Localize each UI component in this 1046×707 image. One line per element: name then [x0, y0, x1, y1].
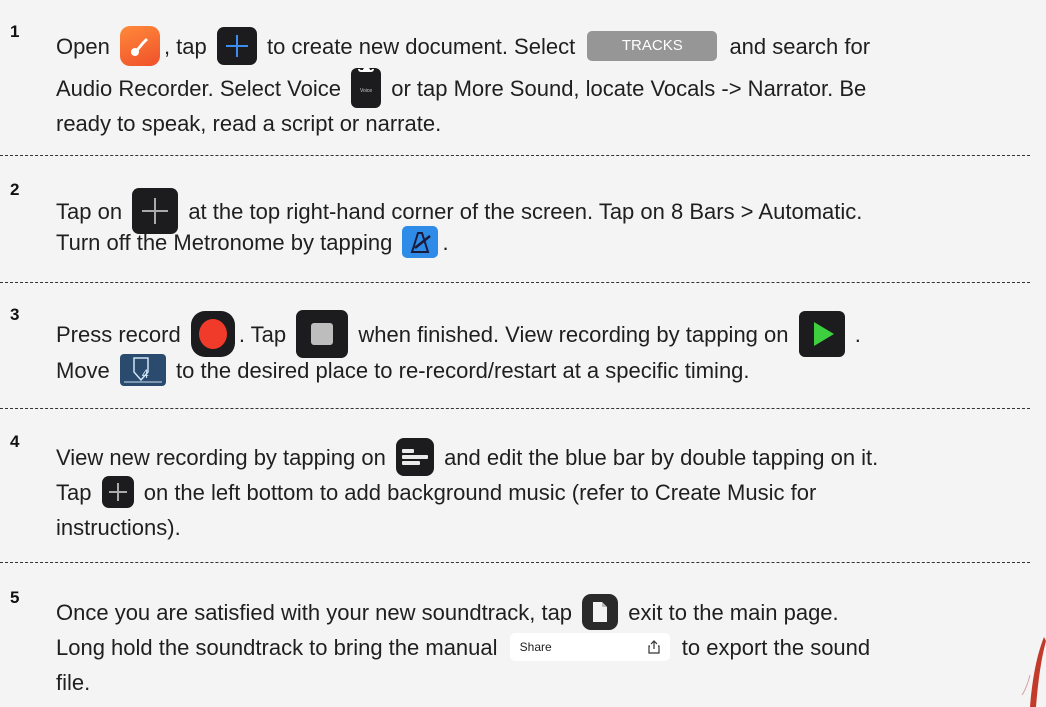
step-4-line-3: instructions).	[56, 515, 181, 540]
record-icon	[190, 311, 235, 357]
step-number: 4	[10, 432, 20, 451]
step-2-line-2: Turn off the Metronome by tapping .	[56, 226, 1038, 260]
metronome-icon	[402, 226, 439, 259]
divider	[0, 282, 1030, 283]
document-icon	[582, 594, 619, 631]
playhead-icon: 4	[119, 354, 166, 387]
voice-icon-label: Voice	[359, 88, 373, 94]
step-3-line-1: Press record . Tap when finished. View r…	[56, 310, 1038, 360]
share-menu-item: Share	[509, 633, 670, 662]
share-label: Share	[519, 640, 552, 655]
tracks-view-icon	[395, 438, 434, 476]
step-3-line-2: Move 4 to the desired place to re-record…	[56, 354, 1038, 388]
step-1-line-1: Open , tap to create new document. Selec…	[56, 26, 1038, 68]
step-5-line-1: Once you are satisfied with your new sou…	[56, 594, 1038, 632]
step-number: 5	[10, 588, 20, 607]
plus-icon	[216, 27, 257, 65]
step-number: 2	[10, 180, 20, 199]
stop-icon	[296, 310, 349, 358]
step-number: 1	[10, 22, 20, 41]
step-5-line-2: Long hold the soundtrack to bring the ma…	[56, 631, 1038, 665]
step-1-line-3: ready to speak, read a script or narrate…	[56, 111, 442, 136]
divider	[0, 562, 1030, 563]
divider	[0, 408, 1030, 409]
step-4-line-2: Tap on the left bottom to add background…	[56, 476, 1038, 510]
garageband-app-icon	[119, 26, 160, 66]
step-1-line-2: Audio Recorder. Select Voice Voice or ta…	[56, 68, 1038, 110]
step-number: 3	[10, 305, 20, 324]
tracks-button: TRACKS	[587, 31, 718, 61]
plus-icon	[101, 476, 134, 509]
divider	[0, 155, 1030, 156]
decorative-corner-icon	[1021, 637, 1046, 707]
mic-icon: Voice	[351, 68, 382, 108]
step-4-line-1: View new recording by tapping on and edi…	[56, 438, 1038, 478]
playhead-number: 4	[141, 367, 149, 382]
share-icon	[648, 640, 660, 654]
play-icon	[798, 311, 845, 357]
step-5-line-3: file.	[56, 670, 91, 695]
